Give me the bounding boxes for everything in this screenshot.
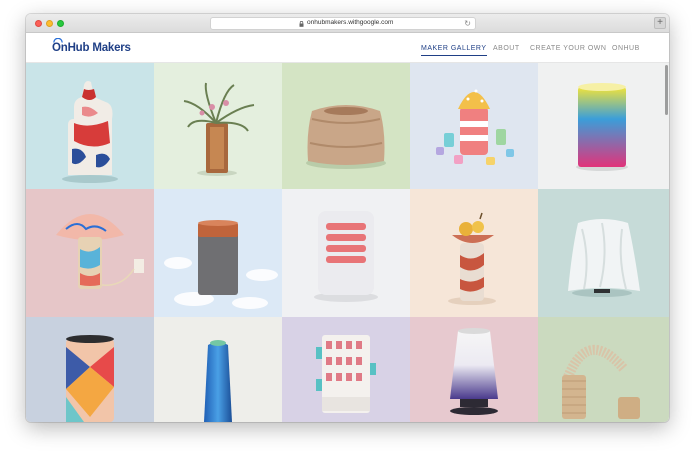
gallery-tile-fur-cover[interactable] [282, 63, 410, 189]
new-tab-button[interactable]: + [654, 17, 666, 29]
gallery-tile-blue-cylinder[interactable] [154, 317, 282, 422]
gallery-tile-building-cylinder[interactable] [282, 317, 410, 422]
gallery-tile-accordion-cylinder[interactable] [282, 189, 410, 317]
gallery-tile-cloth-stand[interactable] [538, 189, 669, 317]
fruit-bowl-stand-image [410, 189, 538, 317]
nav-maker-gallery[interactable]: MAKER GALLERY [421, 45, 487, 56]
site-header: OnHub Makers MAKER GALLERY ABOUT CREATE … [26, 34, 669, 63]
building-facade-cylinder-image [282, 317, 410, 422]
hand-shaped-cover-image [26, 63, 154, 189]
nav-label: MAKER GALLERY [421, 45, 487, 52]
address-bar[interactable]: onhubmakers.withgoogle.com ↻ [210, 17, 476, 30]
felt-cylinder-on-clouds-image [154, 189, 282, 317]
fur-cover-image [282, 63, 410, 189]
gallery-tile-purple-shade[interactable] [410, 317, 538, 422]
paint-splash-lamp-image [26, 189, 154, 317]
gallery-tile-hand-cover[interactable] [26, 63, 154, 189]
gallery-tile-gradient-cylinder[interactable] [538, 63, 669, 189]
zoom-window-button[interactable] [57, 20, 64, 27]
gallery-tile-geometric-cylinder[interactable] [26, 317, 154, 422]
browser-window: onhubmakers.withgoogle.com ↻ + OnHub Mak… [26, 14, 669, 422]
page-scrollbar[interactable] [664, 63, 669, 422]
url-text: onhubmakers.withgoogle.com [307, 19, 394, 26]
gradient-cylinder-image [538, 63, 669, 189]
maker-gallery-grid [26, 63, 669, 422]
gallery-tile-air-plant[interactable] [154, 63, 282, 189]
nav-onhub[interactable]: ONHUB [612, 45, 640, 52]
slinky-spring-image [538, 317, 669, 422]
logo-text: OnHub Makers [52, 42, 131, 54]
paper-cupcake-village-image [410, 63, 538, 189]
gallery-tile-splash-lamp[interactable] [26, 189, 154, 317]
logo-arc-icon [53, 38, 63, 43]
browser-titlebar: onhubmakers.withgoogle.com ↻ + [26, 14, 669, 33]
gallery-tile-felt-cylinder[interactable] [154, 189, 282, 317]
red-accordion-cylinder-image [282, 189, 410, 317]
air-plant-holder-image [154, 63, 282, 189]
active-nav-underline [421, 55, 487, 56]
cloth-draped-stand-image [538, 189, 669, 317]
nav-create-your-own[interactable]: CREATE YOUR OWN [530, 45, 606, 52]
minimize-window-button[interactable] [46, 20, 53, 27]
lock-icon [299, 21, 304, 27]
gallery-tile-cupcake-village[interactable] [410, 63, 538, 189]
geometric-paper-cylinder-image [26, 317, 154, 422]
reload-icon[interactable]: ↻ [464, 19, 471, 29]
nav-label: ONHUB [612, 45, 640, 52]
nav-about[interactable]: ABOUT [493, 45, 520, 52]
onhub-makers-logo[interactable]: OnHub Makers [52, 38, 131, 54]
nav-label: ABOUT [493, 45, 520, 52]
purple-gradient-shade-image [410, 317, 538, 422]
scrollbar-thumb[interactable] [665, 65, 668, 115]
blue-tapered-cylinder-image [154, 317, 282, 422]
gallery-tile-slinky[interactable] [538, 317, 669, 422]
gallery-tile-fruit-bowl[interactable] [410, 189, 538, 317]
close-window-button[interactable] [35, 20, 42, 27]
nav-label: CREATE YOUR OWN [530, 45, 607, 52]
